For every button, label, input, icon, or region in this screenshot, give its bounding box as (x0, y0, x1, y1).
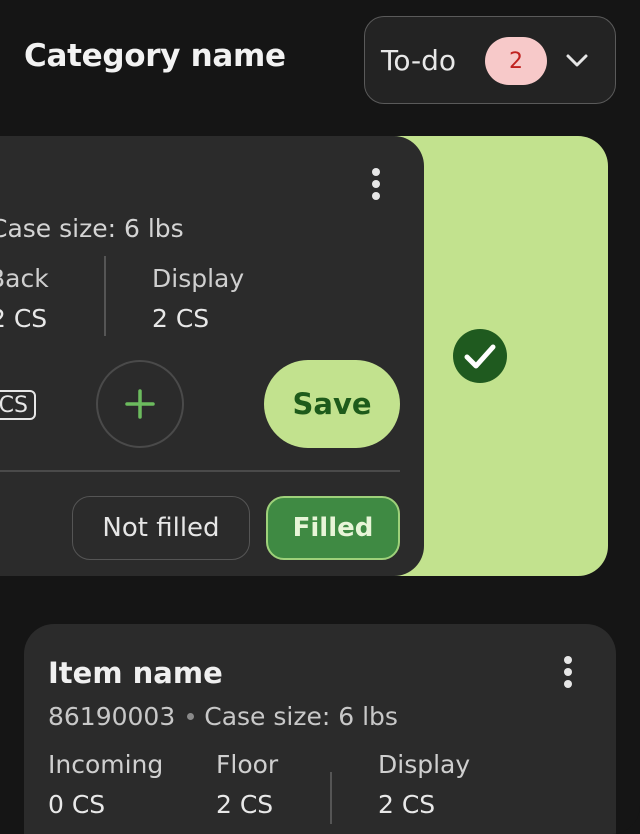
save-button[interactable]: Save (264, 360, 400, 448)
item-sku: 86190003 (48, 702, 176, 731)
screen: Category name To-do 2 Case size: 6 lbs B… (0, 0, 640, 834)
item-card-swiped[interactable]: Case size: 6 lbs Back 2 CS Display 2 CS … (0, 136, 424, 576)
more-vertical-icon[interactable] (554, 654, 582, 690)
floor-label: Floor (216, 750, 279, 779)
item-case-size: Case size: 6 lbs (204, 702, 398, 731)
floor-value: 2 CS (216, 790, 274, 819)
item-meta: 86190003 Case size: 6 lbs (48, 702, 398, 731)
item-name: Item name (48, 656, 223, 690)
column-divider (104, 256, 106, 336)
filled-button[interactable]: Filled (266, 496, 400, 560)
not-filled-button[interactable]: Not filled (72, 496, 250, 560)
plus-icon (125, 389, 155, 419)
status-label: To-do (381, 44, 457, 77)
display-label: Display (152, 264, 245, 293)
display-value: 2 CS (152, 304, 210, 333)
separator-dot (187, 712, 195, 720)
display-value: 2 CS (378, 790, 436, 819)
incoming-label: Incoming (48, 750, 164, 779)
item-card[interactable]: Item name 86190003 Case size: 6 lbs Incom… (24, 624, 616, 834)
column-divider (330, 772, 332, 824)
status-dropdown[interactable]: To-do 2 (364, 16, 616, 104)
card-divider (0, 470, 400, 472)
category-title: Category name (24, 38, 286, 74)
increment-button[interactable] (96, 360, 184, 448)
more-vertical-icon[interactable] (362, 166, 390, 202)
back-label: Back (0, 264, 49, 293)
status-count-badge: 2 (485, 37, 547, 85)
unit-chip: CS (0, 390, 36, 420)
check-circle-icon[interactable] (452, 328, 508, 384)
case-size: Case size: 6 lbs (0, 214, 184, 243)
display-label: Display (378, 750, 471, 779)
back-value: 2 CS (0, 304, 48, 333)
chevron-down-icon (566, 54, 588, 67)
incoming-value: 0 CS (48, 790, 106, 819)
